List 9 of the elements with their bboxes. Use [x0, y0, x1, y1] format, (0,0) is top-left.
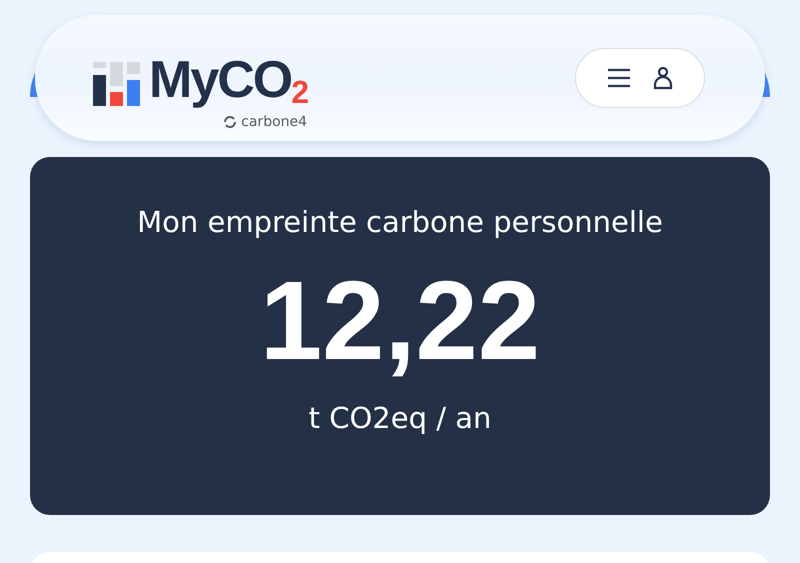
user-icon[interactable] [653, 66, 673, 90]
logo-wordmark: MyCO$_{2}$ [149, 54, 308, 112]
sync-icon [223, 116, 238, 128]
menu-icon[interactable] [607, 68, 631, 88]
logo-subtitle: carbone4 [241, 114, 308, 130]
card-title: Mon empreinte carbone personnelle [137, 205, 663, 239]
footprint-unit: t CO2eq / an [308, 401, 492, 435]
bar-chart-logo-icon [93, 62, 141, 106]
footprint-value: 12,22 [260, 261, 540, 381]
